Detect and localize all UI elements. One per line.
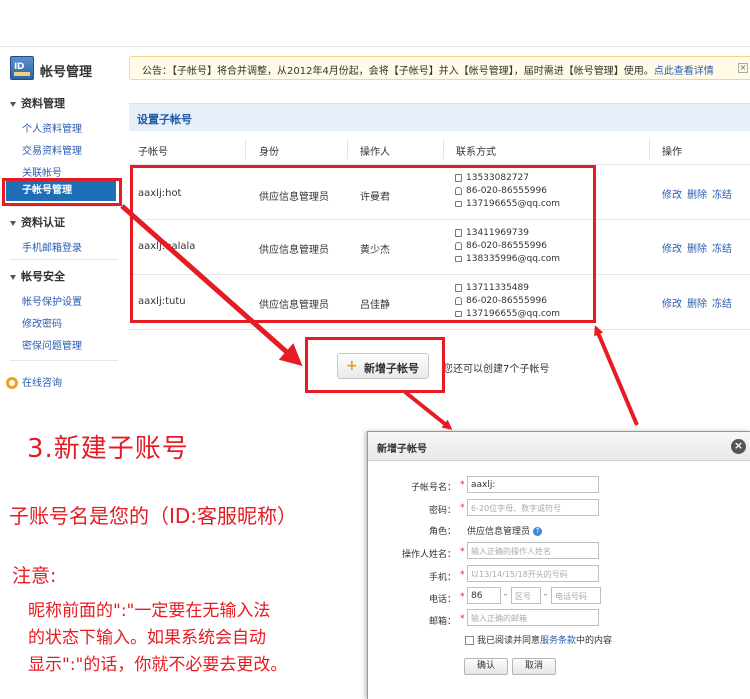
- delete-link[interactable]: 删除: [687, 190, 707, 201]
- role-label: 角色：: [428, 527, 456, 537]
- delete-link[interactable]: 删除: [687, 299, 707, 310]
- password-label: 密码：: [428, 506, 456, 516]
- mobile-label: 手机：: [428, 573, 456, 583]
- sidebar-divider: [10, 206, 118, 207]
- email-input[interactable]: 输入正确的邮箱: [467, 609, 599, 626]
- help-icon[interactable]: ?: [533, 527, 543, 536]
- row-actions: 修改 删除 冻结: [662, 240, 737, 255]
- edit-link[interactable]: 修改: [662, 299, 682, 310]
- top-separator: [0, 46, 750, 47]
- panel-title: 设置子帐号: [129, 103, 750, 131]
- mobile-input[interactable]: 以13/14/15/18开头的号码: [467, 565, 599, 582]
- note-line: 显示":"的话，你就不必要去更改。: [28, 655, 288, 675]
- operator-name-label: 操作人姓名：: [401, 550, 456, 560]
- edit-link[interactable]: 修改: [662, 190, 682, 201]
- notice-bar: 公告：【子帐号】将合并调整，从2012年4月份起，会将【子帐号】并入【帐号管理】…: [129, 56, 750, 80]
- sidebar-title: 帐号管理: [40, 65, 93, 80]
- sidebar-item-phone-email-login[interactable]: 手机邮箱登录: [22, 239, 82, 254]
- column-header-role: 身份: [259, 147, 279, 158]
- new-sub-account-dialog: 新增子帐号 × 子帐号名： * aaxlj: 密码： * 6-20位字母、数字或…: [367, 431, 750, 699]
- note-label: 注意:: [12, 565, 57, 587]
- sidebar-brand: ID 帐号管理: [10, 55, 122, 85]
- account-name-input[interactable]: aaxlj:: [467, 476, 599, 493]
- row-actions: 修改 删除 冻结: [662, 295, 737, 310]
- column-header-operator: 操作人: [360, 147, 390, 158]
- confirm-button[interactable]: 确认: [464, 658, 508, 675]
- operator-name-input[interactable]: 输入正确的操作人姓名: [467, 542, 599, 559]
- terms-link[interactable]: 服务条款: [540, 636, 576, 646]
- sidebar-divider: [10, 360, 118, 361]
- role-value: 供应信息管理员?: [467, 524, 543, 537]
- qq-icon: [6, 377, 18, 389]
- highlight-sidebar-item: [2, 178, 122, 206]
- phone-number-input[interactable]: 电话号码: [551, 587, 601, 604]
- account-management-page: ID 帐号管理 资料管理 个人资料管理 交易资料管理 关联帐号 子帐号管理 资料…: [0, 0, 750, 398]
- phone-country-input[interactable]: 86: [467, 587, 501, 604]
- sidebar-section-profile[interactable]: 资料管理: [10, 95, 65, 111]
- agree-checkbox[interactable]: [465, 636, 474, 645]
- table-header: 子帐号 身份 操作人 联系方式 操作: [129, 133, 750, 165]
- note-line: 昵称前面的":"一定要在无输入法: [28, 601, 271, 621]
- agree-terms: 我已阅读并同意服务条款中的内容: [465, 633, 612, 646]
- dialog-title: 新增子帐号: [377, 444, 427, 455]
- notice-text: 公告：【子帐号】将合并调整，从2012年4月份起，会将【子帐号】并入【帐号管理】…: [142, 66, 654, 77]
- highlight-add-button: [305, 337, 445, 393]
- phone-area-input[interactable]: 区号: [511, 587, 541, 604]
- add-hint-text: 您还可以创建7个子帐号: [443, 364, 550, 375]
- freeze-link[interactable]: 冻结: [712, 244, 732, 255]
- column-header-actions: 操作: [662, 147, 682, 158]
- triangle-down-icon: [10, 274, 16, 280]
- sidebar-item-personal-info[interactable]: 个人资料管理: [22, 120, 82, 135]
- sidebar-section-verification[interactable]: 资料认证: [10, 214, 65, 230]
- id-card-icon: ID: [10, 56, 34, 80]
- sidebar-item-change-password[interactable]: 修改密码: [22, 315, 62, 330]
- close-icon[interactable]: ×: [738, 63, 748, 73]
- sidebar: ID 帐号管理 资料管理 个人资料管理 交易资料管理 关联帐号 子帐号管理 资料…: [0, 52, 122, 398]
- column-header-contact: 联系方式: [456, 147, 496, 158]
- cancel-button[interactable]: 取消: [512, 658, 556, 675]
- email-label: 邮箱：: [428, 617, 456, 627]
- step-title: 3.新建子账号: [27, 434, 189, 464]
- sidebar-section-security[interactable]: 帐号安全: [10, 268, 65, 284]
- triangle-down-icon: [10, 101, 16, 107]
- account-name-label: 子帐号名：: [410, 483, 456, 493]
- triangle-down-icon: [10, 220, 16, 226]
- row-actions: 修改 删除 冻结: [662, 186, 737, 201]
- sidebar-divider: [10, 259, 118, 260]
- delete-link[interactable]: 删除: [687, 244, 707, 255]
- note-body: 昵称前面的":"一定要在无输入法 的状态下输入。如果系统会自动 显示":"的话，…: [28, 598, 358, 679]
- highlight-table: [130, 165, 596, 323]
- phone-label: 电话：: [428, 595, 456, 605]
- close-icon[interactable]: ×: [731, 439, 746, 454]
- sidebar-item-linked-accounts[interactable]: 关联帐号: [22, 164, 62, 179]
- freeze-link[interactable]: 冻结: [712, 299, 732, 310]
- sidebar-item-trade-info[interactable]: 交易资料管理: [22, 142, 82, 157]
- sidebar-item-security-questions[interactable]: 密保问题管理: [22, 337, 82, 352]
- sidebar-item-account-protection[interactable]: 帐号保护设置: [22, 293, 82, 308]
- notice-detail-link[interactable]: 点此查看详情: [654, 66, 714, 77]
- password-input[interactable]: 6-20位字母、数字或符号: [467, 499, 599, 516]
- online-consult-link[interactable]: 在线咨询: [6, 374, 62, 389]
- step-subtitle: 子账号名是您的（ID:客服昵称）: [9, 504, 298, 528]
- freeze-link[interactable]: 冻结: [712, 190, 732, 201]
- column-header-account: 子帐号: [138, 147, 168, 158]
- note-line: 的状态下输入。如果系统会自动: [28, 628, 266, 648]
- edit-link[interactable]: 修改: [662, 244, 682, 255]
- dialog-header: 新增子帐号 ×: [368, 432, 750, 461]
